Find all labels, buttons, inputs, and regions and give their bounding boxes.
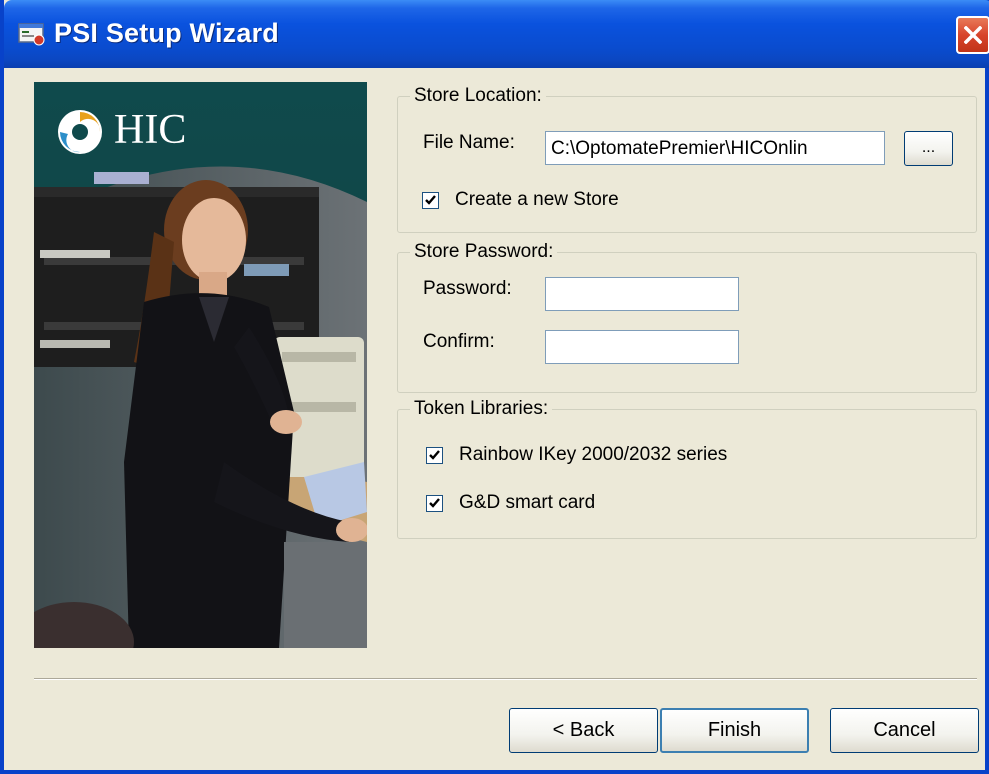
confirm-label: Confirm: [423,331,495,352]
token-libraries-group: Token Libraries: [397,398,977,539]
create-new-store-checkbox[interactable] [422,192,439,209]
brand-logo-text: HIC [114,107,187,153]
finish-button[interactable]: Finish [660,708,809,753]
browse-button[interactable]: ... [904,131,953,166]
close-button[interactable] [956,16,989,54]
checkmark-icon [429,450,440,460]
file-name-label: File Name: [423,132,515,153]
store-location-legend: Store Location: [414,85,542,106]
back-button[interactable]: < Back [509,708,658,753]
token-libraries-legend: Token Libraries: [414,398,549,419]
token-library-checkbox[interactable] [426,447,443,464]
token-library-label[interactable]: Rainbow IKey 2000/2032 series [459,444,727,466]
file-name-input[interactable]: C:\OptomatePremier\HICOnlin [545,131,885,165]
title-bar[interactable]: PSI Setup Wizard [4,0,989,68]
checkmark-icon [429,498,440,508]
store-password-legend: Store Password: [414,241,554,262]
setup-wizard-window: PSI Setup Wizard HIC Store Location: Fil… [0,0,989,774]
token-library-label[interactable]: G&D smart card [459,492,595,514]
password-label: Password: [423,278,512,299]
confirm-password-input[interactable] [545,330,739,364]
hic-logo-icon [58,110,102,154]
wizard-app-icon [18,22,46,46]
close-icon [964,26,982,44]
create-new-store-label[interactable]: Create a new Store [455,189,619,211]
checkmark-icon [425,195,436,205]
footer-separator [34,678,977,680]
store-password-group: Store Password: [397,241,977,393]
wizard-body: HIC Store Location: File Name: C:\Optoma… [4,68,985,770]
cancel-button[interactable]: Cancel [830,708,979,753]
wizard-side-image: HIC [34,82,367,648]
password-input[interactable] [545,277,739,311]
window-title: PSI Setup Wizard [54,18,279,48]
token-library-checkbox[interactable] [426,495,443,512]
